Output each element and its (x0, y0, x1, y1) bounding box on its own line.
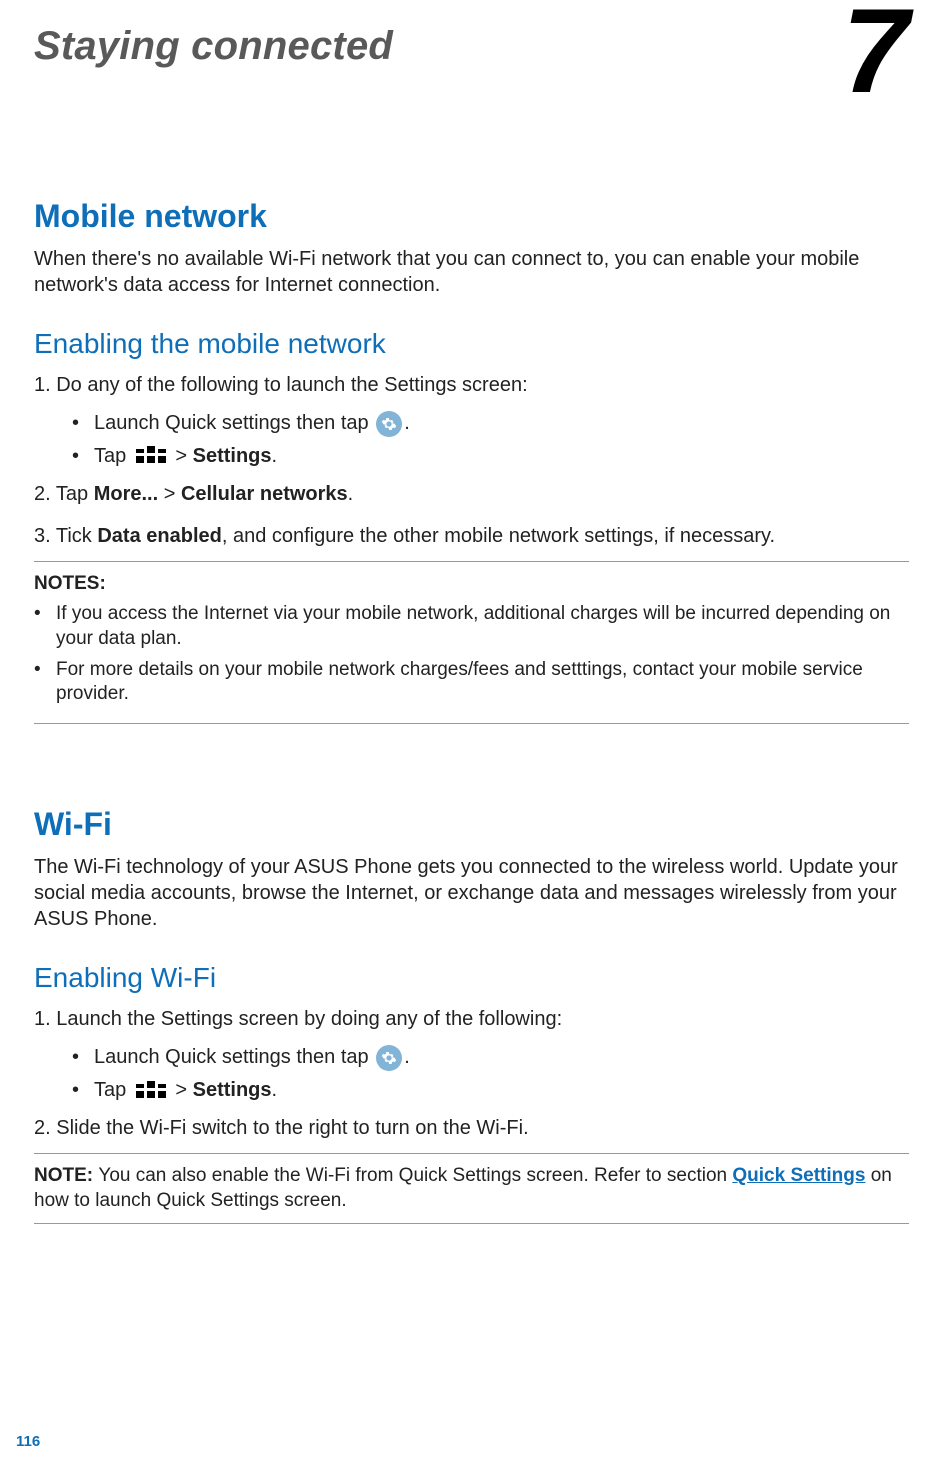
notes-label: NOTES: (34, 572, 909, 597)
bullet-text: Tap > Settings. (94, 1077, 277, 1103)
bullet-icon: • (34, 602, 56, 651)
gear-icon (376, 1045, 402, 1071)
apps-grid-icon (136, 1081, 166, 1101)
chapter-title: Staying connected (34, 20, 393, 72)
heading-mobile-network: Mobile network (34, 196, 909, 238)
note-content: NOTE: You can also enable the Wi-Fi from… (34, 1165, 892, 1211)
bullet-icon: • (34, 658, 56, 707)
quick-settings-link[interactable]: Quick Settings (732, 1165, 865, 1186)
note-text: For more details on your mobile network … (56, 658, 909, 707)
mobile-bullet-quicksettings: • Launch Quick settings then tap . (72, 410, 909, 437)
mobile-step-1: 1. Do any of the following to launch the… (34, 372, 909, 398)
page-number: 116 (16, 1432, 40, 1452)
mobile-step-2: 2. Tap More... > Cellular networks. (34, 481, 909, 507)
mobile-notes-box: NOTES: • If you access the Internet via … (34, 561, 909, 724)
wifi-note-box: NOTE: You can also enable the Wi-Fi from… (34, 1153, 909, 1224)
bullet-icon: • (72, 410, 94, 436)
wifi-intro-text: The Wi-Fi technology of your ASUS Phone … (34, 854, 909, 932)
gear-icon (376, 411, 402, 437)
bullet-text: Launch Quick settings then tap . (94, 1044, 410, 1071)
wifi-step-1: 1. Launch the Settings screen by doing a… (34, 1006, 909, 1032)
bullet-icon: • (72, 1077, 94, 1103)
mobile-intro-text: When there's no available Wi-Fi network … (34, 246, 909, 298)
bullet-icon: • (72, 1044, 94, 1070)
chapter-header: Staying connected 7 (34, 20, 909, 96)
mobile-bullet-apps: • Tap > Settings. (72, 443, 909, 469)
wifi-bullet-quicksettings: • Launch Quick settings then tap . (72, 1044, 909, 1071)
bullet-icon: • (72, 443, 94, 469)
heading-wifi: Wi-Fi (34, 804, 909, 846)
apps-grid-icon (136, 446, 166, 466)
wifi-step-2: 2. Slide the Wi-Fi switch to the right t… (34, 1115, 909, 1141)
chapter-number: 7 (842, 6, 909, 96)
mobile-step-3: 3. Tick Data enabled, and configure the … (34, 523, 909, 549)
wifi-bullet-apps: • Tap > Settings. (72, 1077, 909, 1103)
note-text: If you access the Internet via your mobi… (56, 602, 909, 651)
bullet-text: Tap > Settings. (94, 443, 277, 469)
subheading-enabling-mobile: Enabling the mobile network (34, 326, 909, 362)
bullet-text: Launch Quick settings then tap . (94, 410, 410, 437)
subheading-enabling-wifi: Enabling Wi-Fi (34, 960, 909, 996)
